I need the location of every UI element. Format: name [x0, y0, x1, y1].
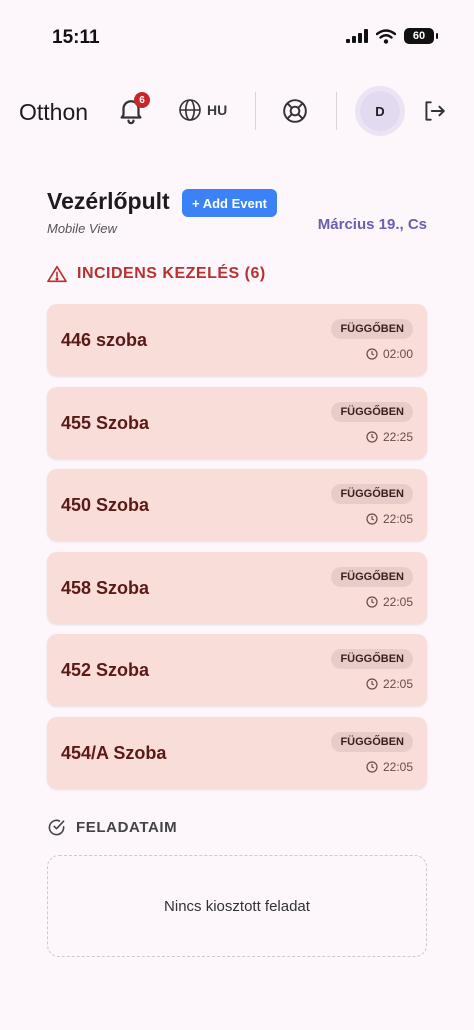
status-badge: FÜGGŐBEN — [331, 401, 413, 422]
status-badge: FÜGGŐBEN — [331, 484, 413, 504]
current-date: Március 19., Cs — [317, 216, 427, 233]
incident-card[interactable]: 458 Szoba FÜGGŐBEN 22:05 — [47, 551, 427, 624]
incident-time: 22:25 — [366, 430, 413, 444]
incident-time: 22:05 — [366, 595, 413, 609]
clock-icon — [366, 348, 378, 360]
incident-card[interactable]: 450 Szoba FÜGGŐBEN 22:05 — [47, 469, 427, 541]
header-divider — [336, 92, 337, 130]
incident-time-text: 02:00 — [382, 347, 413, 361]
incident-time: 22:05 — [366, 760, 413, 774]
clock-icon — [366, 595, 378, 608]
incident-room: 446 szoba — [61, 330, 148, 350]
avatar-button[interactable]: D — [355, 86, 405, 136]
logout-button[interactable] — [421, 98, 447, 124]
notification-badge: 6 — [134, 92, 150, 108]
avatar: D — [360, 91, 400, 131]
incidents-title: INCIDENS KEZELÉS (6) — [77, 265, 266, 282]
support-button[interactable] — [282, 98, 308, 124]
logout-icon — [425, 101, 445, 121]
status-icons: 60 — [346, 28, 438, 44]
clock-icon — [366, 513, 378, 525]
tasks-empty-text: Nincs kiosztott feladat — [164, 897, 310, 915]
incident-time-text: 22:05 — [382, 759, 413, 774]
status-badge: FÜGGŐBEN — [331, 319, 413, 339]
incident-room: 450 Szoba — [61, 495, 150, 515]
view-mode-label: Mobile View — [47, 221, 117, 236]
incident-card[interactable]: 452 Szoba FÜGGŐBEN 22:05 — [47, 634, 427, 706]
lifebuoy-icon — [283, 99, 307, 123]
status-badge: FÜGGŐBEN — [331, 566, 413, 587]
page-title: Vezérlőpult — [47, 188, 170, 214]
header-divider — [255, 92, 256, 130]
incidents-header: INCIDENS KEZELÉS (6) — [47, 265, 266, 283]
incident-time-text: 22:05 — [382, 677, 413, 691]
clock-icon — [366, 678, 378, 690]
globe-icon — [179, 99, 201, 121]
app-header: Otthon 6 HU D — [0, 84, 474, 138]
add-event-button[interactable]: + Add Event — [182, 189, 277, 217]
tasks-empty-state: Nincs kiosztott feladat — [47, 855, 427, 957]
clock-icon — [366, 430, 378, 443]
incident-time-text: 22:25 — [382, 429, 413, 444]
status-time: 15:11 — [52, 27, 100, 48]
incident-time: 22:05 — [366, 677, 413, 691]
status-badge: FÜGGŐBEN — [331, 649, 413, 669]
wifi-icon — [376, 28, 396, 44]
incident-time: 22:05 — [366, 512, 413, 526]
incident-time-text: 22:05 — [382, 512, 413, 526]
check-circle-icon — [48, 819, 65, 836]
app-title: Otthon — [19, 99, 89, 125]
incident-list: 446 szoba FÜGGŐBEN 02:00 455 Szoba FÜGGŐ… — [47, 304, 427, 799]
tasks-header: FELADATAIM — [47, 818, 177, 837]
incident-time-text: 22:05 — [382, 594, 413, 609]
incident-time: 02:00 — [366, 347, 413, 361]
tasks-title: FELADATAIM — [76, 819, 178, 836]
clock-icon — [366, 760, 378, 773]
incident-card[interactable]: 446 szoba FÜGGŐBEN 02:00 — [47, 304, 427, 376]
incident-room: 452 Szoba — [61, 660, 150, 680]
warning-icon — [47, 265, 67, 283]
language-button[interactable]: HU — [178, 98, 227, 122]
incident-room: 454/A Szoba — [61, 742, 167, 763]
language-label: HU — [207, 102, 228, 118]
battery-icon: 60 — [404, 28, 438, 44]
signal-icon — [346, 29, 368, 43]
incident-card[interactable]: 455 Szoba FÜGGŐBEN 22:25 — [47, 386, 427, 459]
status-bar: 15:11 60 — [0, 0, 474, 70]
incident-room: 458 Szoba — [61, 577, 150, 598]
incident-card[interactable]: 454/A Szoba FÜGGŐBEN 22:05 — [47, 716, 427, 789]
status-badge: FÜGGŐBEN — [331, 731, 413, 752]
incident-room: 455 Szoba — [61, 412, 150, 433]
